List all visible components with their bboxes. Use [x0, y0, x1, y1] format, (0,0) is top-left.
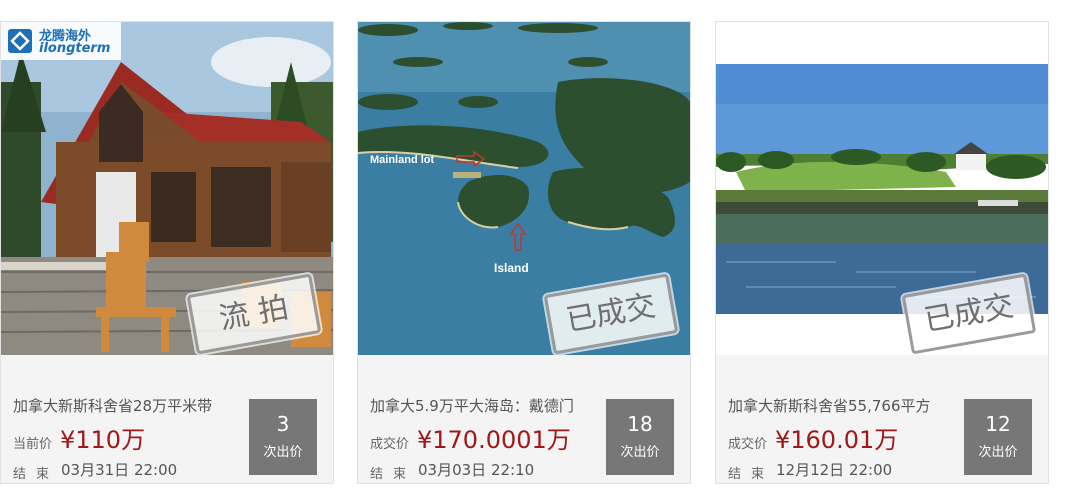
price-label: 成交价 [370, 437, 410, 452]
listing-info: 加拿大新斯科舍省55,766平方 成交价 ¥160.01万 结束 12月12日 … [716, 355, 1048, 483]
listing-info: 加拿大5.9万平大海岛：戴德门 成交价 ¥170.0001万 结束 03月03日… [358, 355, 690, 483]
end-time: 03月31日 22:00 [61, 461, 178, 479]
listing-card-1[interactable]: 龙腾海外 ilongterm 流 拍 加拿大新斯科舍省28万平米带 当前价 ¥1… [0, 21, 334, 484]
listing-card-3[interactable]: 已成交 加拿大新斯科舍省55,766平方 成交价 ¥160.01万 结束 12月… [715, 21, 1049, 484]
bid-count-label: 次出价 [978, 445, 1018, 460]
price-value: ¥170.0001万 [417, 426, 571, 454]
listing-title[interactable]: 加拿大新斯科舍省28万平米带 [13, 395, 243, 416]
ilongterm-logo-icon [8, 29, 32, 53]
listing-title[interactable]: 加拿大5.9万平大海岛：戴德门 [370, 395, 600, 416]
logo-text-en: ilongterm [39, 41, 111, 56]
bid-count-box[interactable]: 18 次出价 [606, 399, 674, 475]
bid-count-label: 次出价 [620, 445, 660, 460]
bid-count-label: 次出价 [263, 445, 303, 460]
bid-count: 12 [985, 412, 1011, 436]
price-value: ¥110万 [60, 426, 146, 454]
end-time: 12月12日 22:00 [776, 461, 893, 479]
listing-title[interactable]: 加拿大新斯科舍省55,766平方 [728, 395, 958, 416]
end-time: 03月03日 22:10 [418, 461, 535, 479]
end-label: 结束 [728, 467, 775, 482]
bid-count-box[interactable]: 3 次出价 [249, 399, 317, 475]
brand-logo: 龙腾海外 ilongterm [1, 22, 121, 60]
price-label: 成交价 [728, 437, 768, 452]
listing-info: 加拿大新斯科舍省28万平米带 当前价 ¥110万 结束 03月31日 22:00… [1, 355, 333, 483]
end-label: 结束 [13, 467, 60, 482]
bid-count: 3 [276, 412, 290, 436]
bid-count: 18 [627, 412, 653, 436]
map-label-island: Island [494, 261, 529, 275]
map-label-mainland: Mainland lot [370, 154, 435, 166]
bid-count-box[interactable]: 12 次出价 [964, 399, 1032, 475]
end-label: 结束 [370, 467, 417, 482]
price-value: ¥160.01万 [775, 426, 899, 454]
price-label: 当前价 [13, 437, 53, 452]
listing-card-2[interactable]: Mainland lot Island 已成交 加拿大5.9万平大海岛：戴德门 … [357, 21, 691, 484]
